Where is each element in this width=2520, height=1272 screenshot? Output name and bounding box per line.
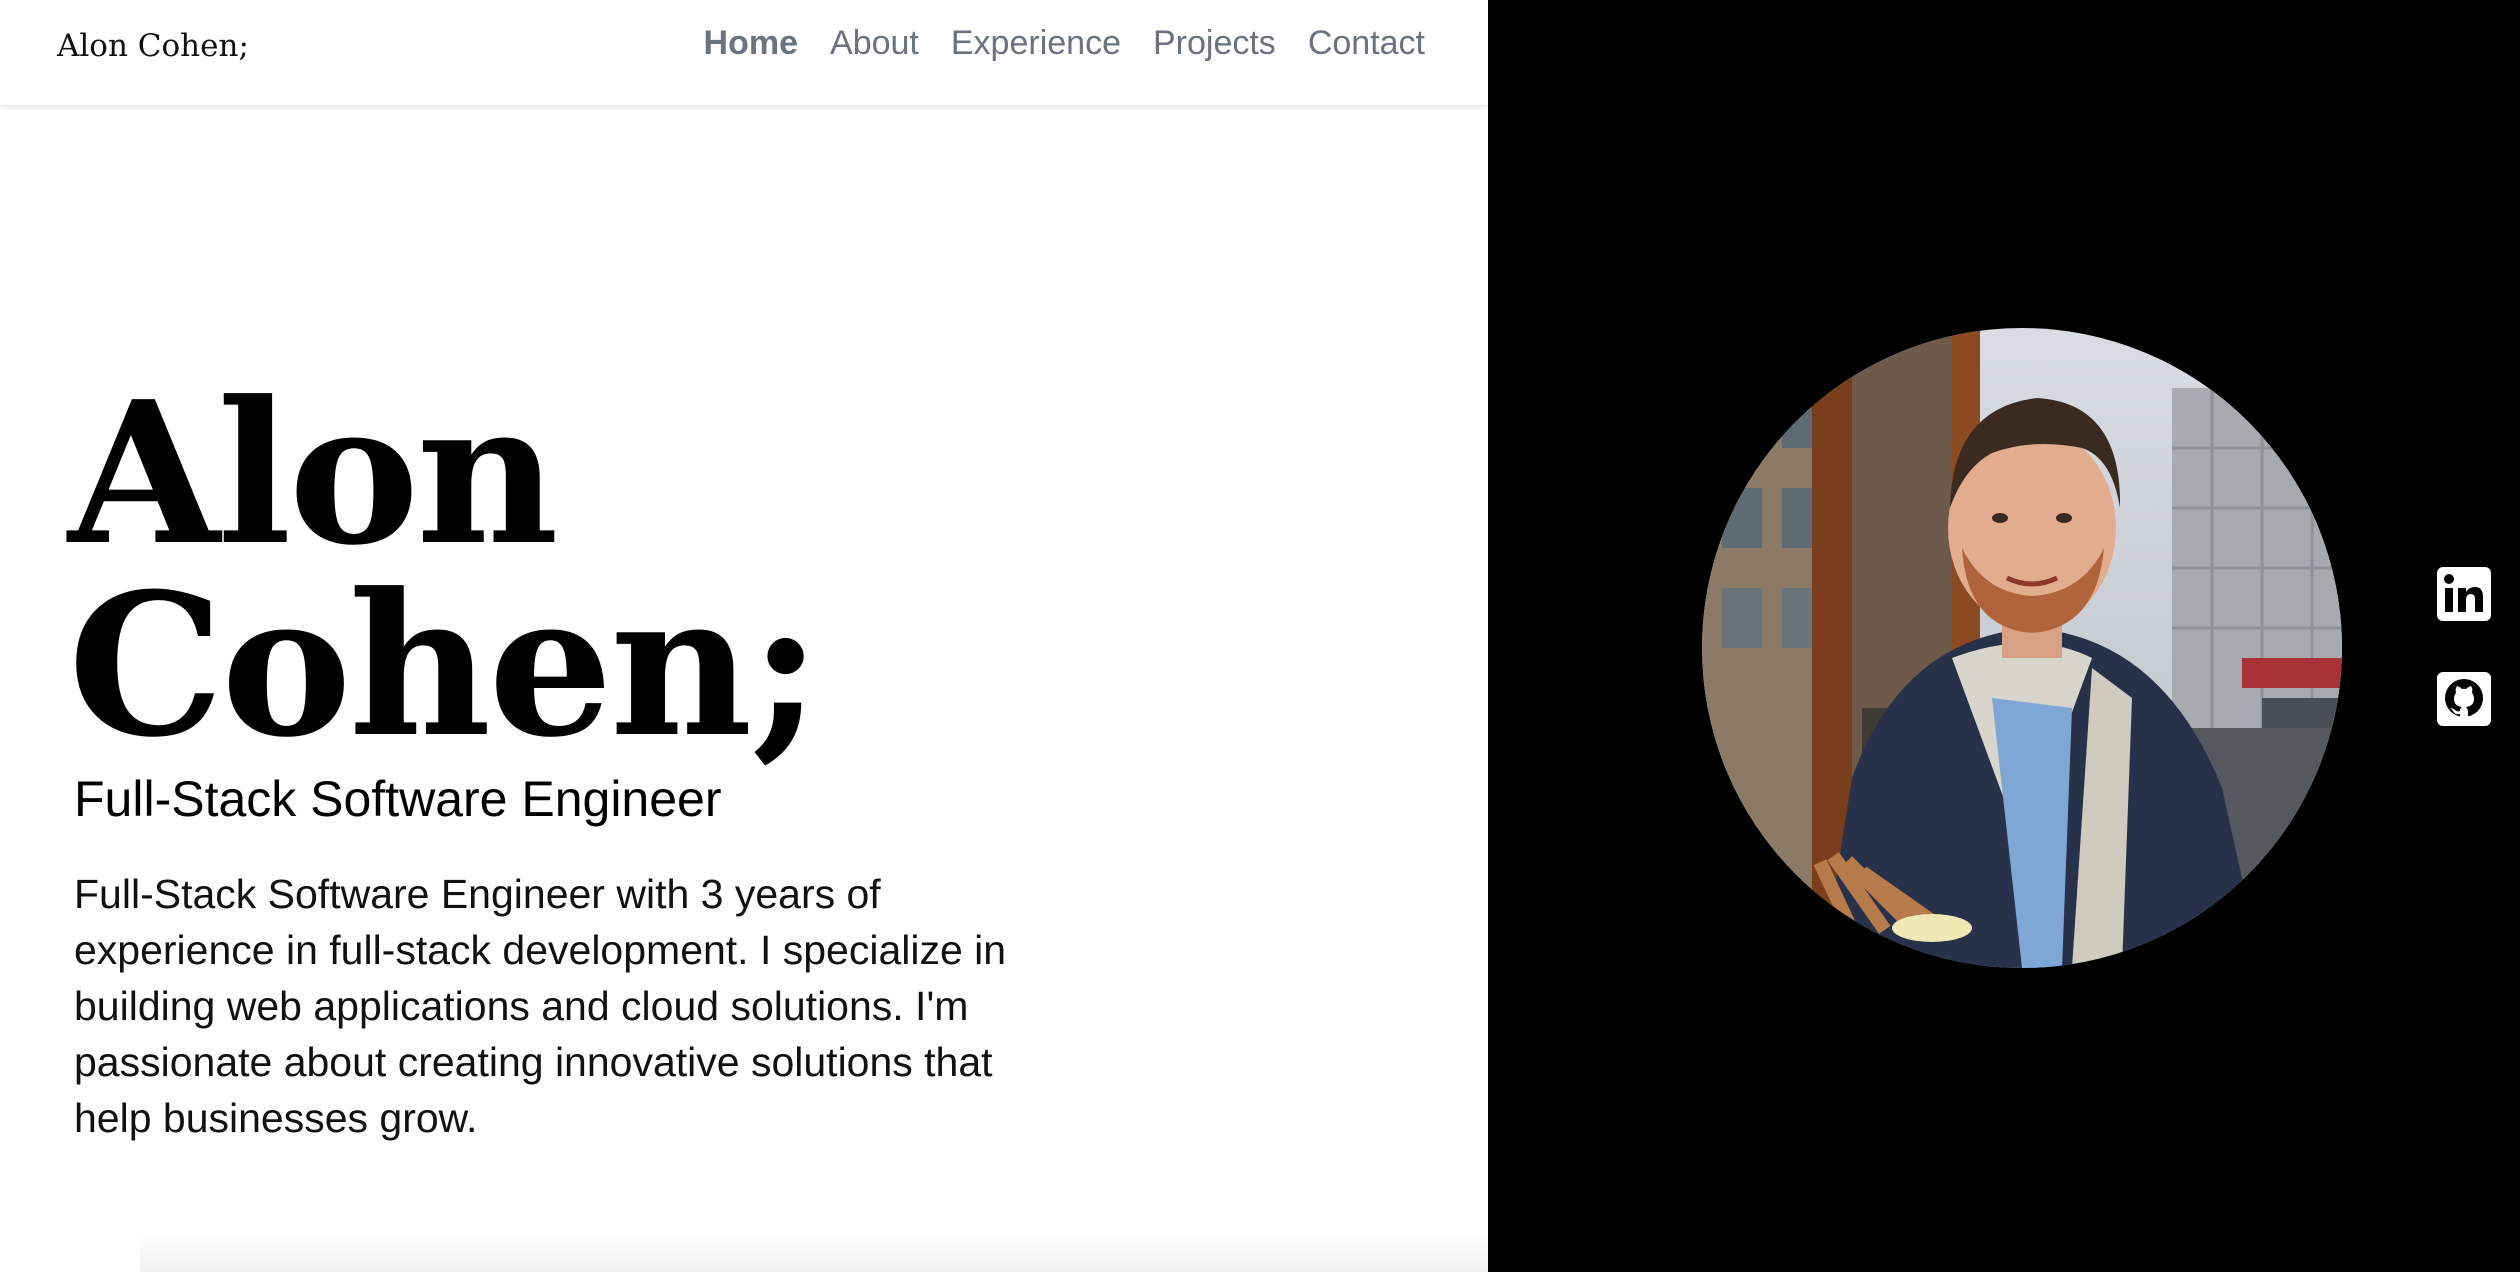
hero-name-last: Cohen; — [68, 551, 822, 781]
github-link[interactable] — [2436, 671, 2492, 727]
left-panel: Alon Cohen; Home About Experience Projec… — [0, 0, 1488, 1272]
right-panel — [1488, 0, 2520, 1272]
nav-contact[interactable]: Contact — [1308, 24, 1425, 63]
profile-photo — [1702, 328, 2342, 968]
hero-name-first: Alon — [68, 359, 559, 589]
hero-subtitle: Full-Stack Software Engineer — [74, 771, 722, 827]
nav-home[interactable]: Home — [704, 24, 798, 63]
github-icon — [2437, 672, 2491, 726]
hero-name: Alon Cohen; — [68, 359, 822, 781]
nav-experience[interactable]: Experience — [951, 24, 1121, 63]
main-nav: Home About Experience Projects Contact — [704, 24, 1425, 63]
page: Alon Cohen; Home About Experience Projec… — [0, 0, 2520, 1272]
nav-projects[interactable]: Projects — [1153, 24, 1276, 63]
linkedin-link[interactable] — [2436, 566, 2492, 622]
brand-logo[interactable]: Alon Cohen; — [57, 28, 249, 64]
navbar: Alon Cohen; Home About Experience Projec… — [0, 0, 1488, 105]
profile-photo-illustration — [1702, 328, 2342, 968]
nav-about[interactable]: About — [830, 24, 919, 63]
linkedin-icon — [2437, 567, 2491, 621]
bottom-shadow — [140, 1232, 1488, 1272]
hero-bio: Full-Stack Software Engineer with 3 year… — [74, 871, 1007, 1141]
